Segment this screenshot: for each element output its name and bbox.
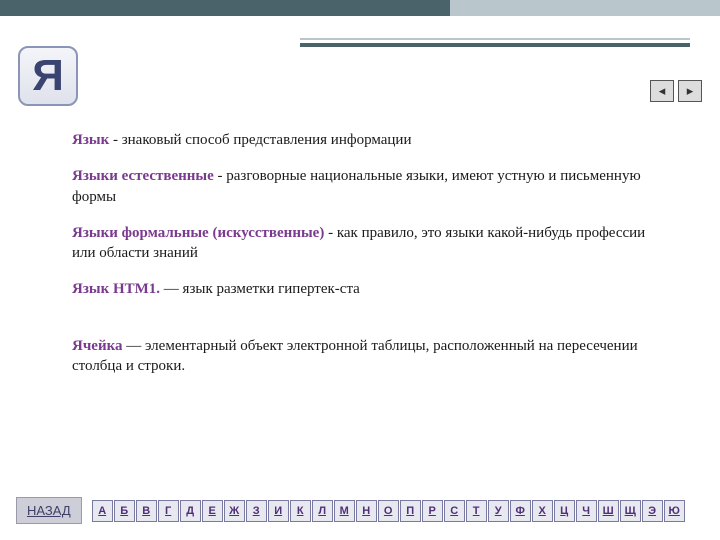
sep: — [123,338,146,354]
sep: - [214,168,227,184]
definition-entry: Язык - знаковый способ представления инф… [72,130,672,150]
alphabet-letter[interactable]: Х [532,500,553,522]
nav-icons: ◂ ▸ [650,80,702,102]
term: Языки естественные [72,168,214,184]
term-paren: (искусственные) [209,225,325,241]
alphabet-letter[interactable]: Щ [620,500,641,522]
alphabet-letter[interactable]: В [136,500,157,522]
alphabet-index: АБВГДЕЖЗИКЛМНОПРСТУФХЦЧШЩЭЮ [92,500,685,522]
alphabet-letter[interactable]: Ж [224,500,245,522]
index-letter-badge: Я [18,46,78,106]
arrow-right-icon: ▸ [687,83,694,99]
alphabet-letter[interactable]: Л [312,500,333,522]
term: Язык [72,132,109,148]
alphabet-letter[interactable]: Ч [576,500,597,522]
alphabet-letter[interactable]: А [92,500,113,522]
alphabet-letter[interactable]: У [488,500,509,522]
definition-entry: Ячейка — элементарный объект электронной… [72,336,672,377]
sep: - [109,132,122,148]
alphabet-letter[interactable]: Б [114,500,135,522]
alphabet-letter[interactable]: Д [180,500,201,522]
alphabet-letter[interactable]: И [268,500,289,522]
definition-entry: Языки естественные - разговорные национа… [72,166,672,207]
term: Язык HTM1. [72,281,160,297]
header-underline-thin [300,38,690,40]
alphabet-letter[interactable]: Т [466,500,487,522]
alphabet-letter[interactable]: Ц [554,500,575,522]
alphabet-letter[interactable]: Э [642,500,663,522]
alphabet-letter[interactable]: С [444,500,465,522]
definition-text: элементарный объект электронной таблицы,… [72,338,638,374]
sep: - [324,225,337,241]
definitions-content: Язык - знаковый способ представления инф… [72,130,672,392]
alphabet-letter[interactable]: М [334,500,355,522]
header-bars [0,0,720,28]
alphabet-letter[interactable]: Н [356,500,377,522]
alphabet-letter[interactable]: О [378,500,399,522]
alphabet-letter[interactable]: Ф [510,500,531,522]
arrow-left-icon: ◂ [659,83,666,99]
alphabet-letter[interactable]: К [290,500,311,522]
definition-text: знаковый способ представления информации [122,132,412,148]
alphabet-letter[interactable]: Ш [598,500,619,522]
alphabet-letter[interactable]: Е [202,500,223,522]
term: Языки формальные [72,225,209,241]
alphabet-letter[interactable]: З [246,500,267,522]
next-button[interactable]: ▸ [678,80,702,102]
header-underline-thick [300,43,690,47]
definition-text: язык разметки гипертек-ста [183,281,360,297]
prev-button[interactable]: ◂ [650,80,674,102]
alphabet-letter[interactable]: П [400,500,421,522]
alphabet-letter[interactable]: Ю [664,500,685,522]
back-button[interactable]: НАЗАД [16,497,82,524]
alphabet-letter[interactable]: Р [422,500,443,522]
sep: — [160,281,183,297]
definition-entry: Языки формальные (искусственные) - как п… [72,223,672,264]
header-bar-light [450,0,720,16]
header-bar-dark [0,0,450,16]
alphabet-letter[interactable]: Г [158,500,179,522]
definition-entry: Язык HTM1. — язык разметки гипертек-ста [72,279,672,299]
term: Ячейка [72,338,123,354]
footer: НАЗАД АБВГДЕЖЗИКЛМНОПРСТУФХЦЧШЩЭЮ [16,497,712,524]
